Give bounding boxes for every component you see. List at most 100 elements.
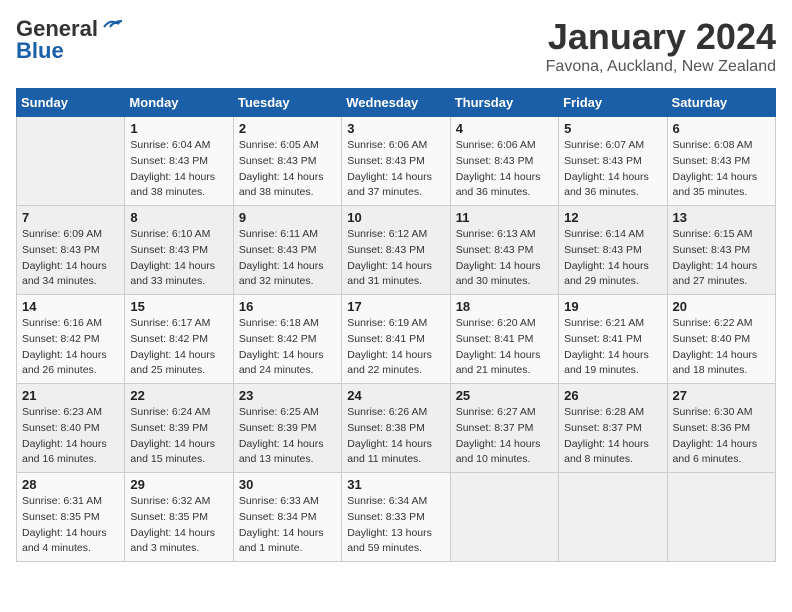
day-number: 28 [22, 477, 119, 492]
day-info: Sunrise: 6:32 AMSunset: 8:35 PMDaylight:… [130, 494, 227, 557]
calendar-cell: 7 Sunrise: 6:09 AMSunset: 8:43 PMDaylight… [17, 206, 125, 295]
day-number: 5 [564, 121, 661, 136]
weekday-header-tuesday: Tuesday [233, 89, 341, 117]
day-number: 20 [673, 299, 770, 314]
calendar-week-row: 1Sunrise: 6:04 AMSunset: 8:43 PMDaylight… [17, 117, 776, 206]
day-info: Sunrise: 6:17 AMSunset: 8:42 PMDaylight:… [130, 316, 227, 379]
page-header: General Blue January 2024 Favona, Auckla… [16, 16, 776, 76]
day-info: Sunrise: 6:26 AMSunset: 8:38 PMDaylight:… [347, 405, 444, 468]
calendar-cell: 16 Sunrise: 6:18 AMSunset: 8:42 PMDayligh… [233, 295, 341, 384]
calendar-cell: 23 Sunrise: 6:25 AMSunset: 8:39 PMDayligh… [233, 384, 341, 473]
day-info: Sunrise: 6:14 AMSunset: 8:43 PMDaylight:… [564, 227, 661, 290]
calendar-cell [559, 473, 667, 562]
calendar-cell: 27Sunrise: 6:30 AMSunset: 8:36 PMDayligh… [667, 384, 775, 473]
calendar-cell: 1Sunrise: 6:04 AMSunset: 8:43 PMDaylight… [125, 117, 233, 206]
calendar-cell: 6 Sunrise: 6:08 AMSunset: 8:43 PMDaylight… [667, 117, 775, 206]
day-info: Sunrise: 6:12 AMSunset: 8:43 PMDaylight:… [347, 227, 444, 290]
logo-blue-text: Blue [16, 38, 64, 64]
day-info: Sunrise: 6:09 AMSunset: 8:43 PMDaylight:… [22, 227, 119, 290]
calendar-cell: 21Sunrise: 6:23 AMSunset: 8:40 PMDayligh… [17, 384, 125, 473]
day-number: 3 [347, 121, 444, 136]
day-info: Sunrise: 6:08 AMSunset: 8:43 PMDaylight:… [673, 138, 770, 201]
calendar-cell: 25Sunrise: 6:27 AMSunset: 8:37 PMDayligh… [450, 384, 558, 473]
day-info: Sunrise: 6:11 AMSunset: 8:43 PMDaylight:… [239, 227, 336, 290]
logo: General Blue [16, 16, 124, 64]
calendar-cell: 4 Sunrise: 6:06 AMSunset: 8:43 PMDaylight… [450, 117, 558, 206]
calendar-cell: 12 Sunrise: 6:14 AMSunset: 8:43 PMDayligh… [559, 206, 667, 295]
calendar-week-row: 28Sunrise: 6:31 AMSunset: 8:35 PMDayligh… [17, 473, 776, 562]
calendar-cell: 19 Sunrise: 6:21 AMSunset: 8:41 PMDayligh… [559, 295, 667, 384]
calendar-week-row: 21Sunrise: 6:23 AMSunset: 8:40 PMDayligh… [17, 384, 776, 473]
day-info: Sunrise: 6:18 AMSunset: 8:42 PMDaylight:… [239, 316, 336, 379]
day-number: 1 [130, 121, 227, 136]
day-number: 31 [347, 477, 444, 492]
calendar-cell: 18Sunrise: 6:20 AMSunset: 8:41 PMDayligh… [450, 295, 558, 384]
calendar-cell [17, 117, 125, 206]
location-subtitle: Favona, Auckland, New Zealand [546, 58, 776, 76]
day-info: Sunrise: 6:34 AMSunset: 8:33 PMDaylight:… [347, 494, 444, 557]
day-number: 30 [239, 477, 336, 492]
day-number: 26 [564, 388, 661, 403]
calendar-cell: 24 Sunrise: 6:26 AMSunset: 8:38 PMDayligh… [342, 384, 450, 473]
calendar-cell: 5 Sunrise: 6:07 AMSunset: 8:43 PMDaylight… [559, 117, 667, 206]
calendar-cell: 22 Sunrise: 6:24 AMSunset: 8:39 PMDayligh… [125, 384, 233, 473]
calendar-cell: 10 Sunrise: 6:12 AMSunset: 8:43 PMDayligh… [342, 206, 450, 295]
calendar-week-row: 7 Sunrise: 6:09 AMSunset: 8:43 PMDaylight… [17, 206, 776, 295]
calendar-cell: 31 Sunrise: 6:34 AMSunset: 8:33 PMDayligh… [342, 473, 450, 562]
weekday-header-friday: Friday [559, 89, 667, 117]
day-number: 15 [130, 299, 227, 314]
weekday-header-thursday: Thursday [450, 89, 558, 117]
day-number: 4 [456, 121, 553, 136]
day-info: Sunrise: 6:06 AMSunset: 8:43 PMDaylight:… [456, 138, 553, 201]
day-number: 18 [456, 299, 553, 314]
calendar-week-row: 14 Sunrise: 6:16 AMSunset: 8:42 PMDayligh… [17, 295, 776, 384]
weekday-header-wednesday: Wednesday [342, 89, 450, 117]
month-title: January 2024 [546, 16, 776, 58]
day-info: Sunrise: 6:16 AMSunset: 8:42 PMDaylight:… [22, 316, 119, 379]
logo-bird-icon [102, 19, 124, 35]
calendar-cell: 2 Sunrise: 6:05 AMSunset: 8:43 PMDaylight… [233, 117, 341, 206]
day-info: Sunrise: 6:24 AMSunset: 8:39 PMDaylight:… [130, 405, 227, 468]
day-number: 11 [456, 210, 553, 225]
day-info: Sunrise: 6:07 AMSunset: 8:43 PMDaylight:… [564, 138, 661, 201]
day-number: 12 [564, 210, 661, 225]
day-number: 2 [239, 121, 336, 136]
weekday-header-sunday: Sunday [17, 89, 125, 117]
calendar-cell: 3 Sunrise: 6:06 AMSunset: 8:43 PMDaylight… [342, 117, 450, 206]
day-info: Sunrise: 6:25 AMSunset: 8:39 PMDaylight:… [239, 405, 336, 468]
day-number: 7 [22, 210, 119, 225]
day-number: 17 [347, 299, 444, 314]
day-number: 8 [130, 210, 227, 225]
day-info: Sunrise: 6:33 AMSunset: 8:34 PMDaylight:… [239, 494, 336, 557]
day-number: 10 [347, 210, 444, 225]
day-info: Sunrise: 6:21 AMSunset: 8:41 PMDaylight:… [564, 316, 661, 379]
calendar-cell: 17 Sunrise: 6:19 AMSunset: 8:41 PMDayligh… [342, 295, 450, 384]
day-info: Sunrise: 6:15 AMSunset: 8:43 PMDaylight:… [673, 227, 770, 290]
day-number: 19 [564, 299, 661, 314]
day-info: Sunrise: 6:05 AMSunset: 8:43 PMDaylight:… [239, 138, 336, 201]
day-number: 14 [22, 299, 119, 314]
calendar-cell: 15 Sunrise: 6:17 AMSunset: 8:42 PMDayligh… [125, 295, 233, 384]
day-number: 16 [239, 299, 336, 314]
day-number: 22 [130, 388, 227, 403]
title-area: January 2024 Favona, Auckland, New Zeala… [546, 16, 776, 76]
day-info: Sunrise: 6:19 AMSunset: 8:41 PMDaylight:… [347, 316, 444, 379]
day-info: Sunrise: 6:10 AMSunset: 8:43 PMDaylight:… [130, 227, 227, 290]
weekday-header-monday: Monday [125, 89, 233, 117]
day-number: 27 [673, 388, 770, 403]
day-number: 23 [239, 388, 336, 403]
calendar-cell: 13Sunrise: 6:15 AMSunset: 8:43 PMDayligh… [667, 206, 775, 295]
calendar-cell [667, 473, 775, 562]
day-info: Sunrise: 6:06 AMSunset: 8:43 PMDaylight:… [347, 138, 444, 201]
day-number: 24 [347, 388, 444, 403]
calendar-cell: 20 Sunrise: 6:22 AMSunset: 8:40 PMDayligh… [667, 295, 775, 384]
calendar-cell: 30 Sunrise: 6:33 AMSunset: 8:34 PMDayligh… [233, 473, 341, 562]
day-number: 9 [239, 210, 336, 225]
day-info: Sunrise: 6:28 AMSunset: 8:37 PMDaylight:… [564, 405, 661, 468]
calendar-cell: 26 Sunrise: 6:28 AMSunset: 8:37 PMDayligh… [559, 384, 667, 473]
calendar-cell: 28Sunrise: 6:31 AMSunset: 8:35 PMDayligh… [17, 473, 125, 562]
day-number: 6 [673, 121, 770, 136]
day-info: Sunrise: 6:22 AMSunset: 8:40 PMDaylight:… [673, 316, 770, 379]
day-number: 25 [456, 388, 553, 403]
calendar-cell: 29Sunrise: 6:32 AMSunset: 8:35 PMDayligh… [125, 473, 233, 562]
